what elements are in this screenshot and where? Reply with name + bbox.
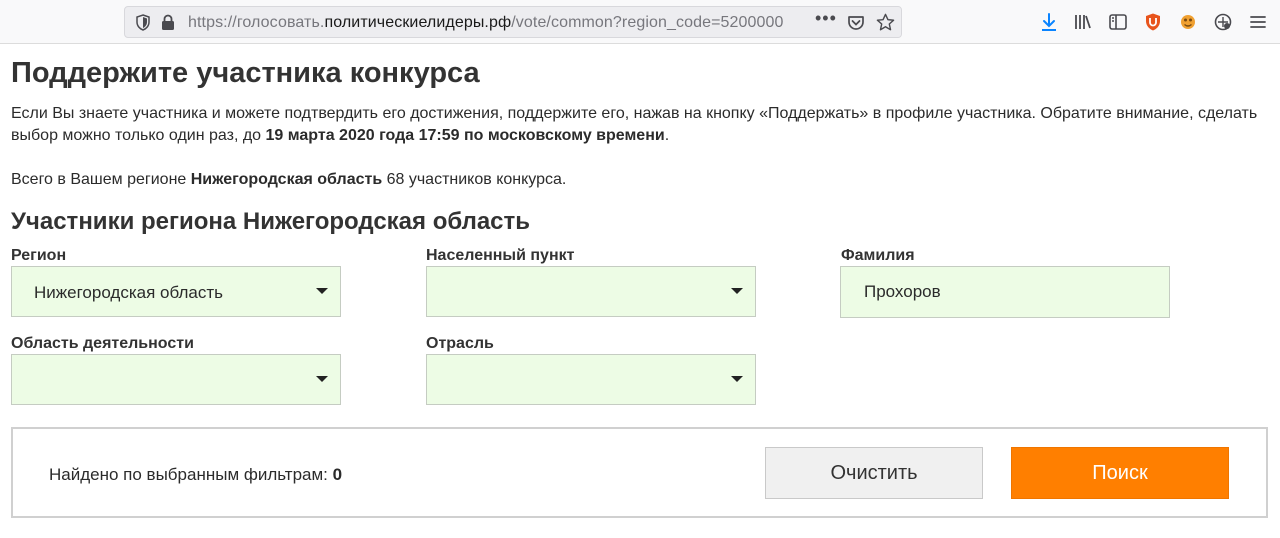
pocket-icon[interactable] (847, 14, 865, 32)
found-label: Найдено по выбранным фильтрам: (49, 465, 333, 484)
menu-icon[interactable] (1248, 12, 1268, 32)
region-label: Регион (11, 247, 67, 264)
activity-area-label: Область деятельности (11, 335, 194, 352)
page-title: Поддержите участника конкурса (11, 57, 480, 89)
chevron-down-icon (731, 288, 743, 294)
surname-input[interactable] (840, 266, 1170, 318)
chevron-down-icon (731, 376, 743, 382)
page-actions-icon[interactable]: ••• (815, 8, 837, 29)
locality-label: Населенный пункт (426, 247, 575, 264)
library-icon[interactable] (1073, 12, 1093, 32)
region-select-value: Нижегородская область (34, 283, 223, 302)
bookmark-star-icon[interactable] (876, 13, 895, 32)
count-prefix: Всего в Вашем регионе (11, 171, 191, 188)
ublock-icon[interactable] (1143, 12, 1163, 32)
chevron-down-icon (316, 288, 328, 294)
download-icon[interactable] (1039, 12, 1059, 32)
lock-icon[interactable] (161, 14, 175, 31)
url-prefix: https://голосовать. (188, 14, 325, 31)
region-select[interactable]: Нижегородская область (11, 266, 341, 317)
locality-select[interactable] (426, 266, 756, 317)
search-button[interactable]: Поиск (1011, 447, 1229, 499)
section-title: Участники региона Нижегородская область (11, 208, 531, 235)
sidebar-icon[interactable] (1108, 12, 1128, 32)
url-host: политическиелидеры.рф (324, 14, 512, 31)
extension-icon-2[interactable] (1213, 12, 1233, 32)
chevron-down-icon (316, 376, 328, 382)
activity-area-select[interactable] (11, 354, 341, 405)
intro-text: Если Вы знаете участника и можете подтве… (11, 103, 1261, 147)
intro-text-part-2: . (664, 127, 670, 144)
intro-deadline: 19 марта 2020 года 17:59 по московскому … (265, 127, 665, 144)
surname-label: Фамилия (841, 247, 915, 264)
clear-button[interactable]: Очистить (765, 447, 983, 499)
address-bar[interactable]: https://голосовать.политическиелидеры.рф… (124, 6, 902, 38)
found-count-text: Найдено по выбранным фильтрам: 0 (49, 465, 342, 485)
count-suffix: 68 участников конкурса. (382, 171, 567, 188)
results-panel: Найдено по выбранным фильтрам: 0 Очистит… (11, 427, 1268, 518)
industry-label: Отрасль (426, 335, 494, 352)
shield-icon[interactable] (135, 14, 151, 31)
found-count: 0 (332, 465, 343, 484)
extension-icon[interactable] (1178, 12, 1198, 32)
url-path: /vote/common?region_code=5200000 (511, 14, 784, 31)
url-text: https://голосовать.политическиелидеры.рф… (188, 14, 784, 32)
industry-select[interactable] (426, 354, 756, 405)
count-region: Нижегородская область (190, 171, 383, 188)
browser-toolbar: https://голосовать.политическиелидеры.рф… (0, 0, 1280, 44)
participant-count: Всего в Вашем регионе Нижегородская обла… (11, 170, 566, 190)
